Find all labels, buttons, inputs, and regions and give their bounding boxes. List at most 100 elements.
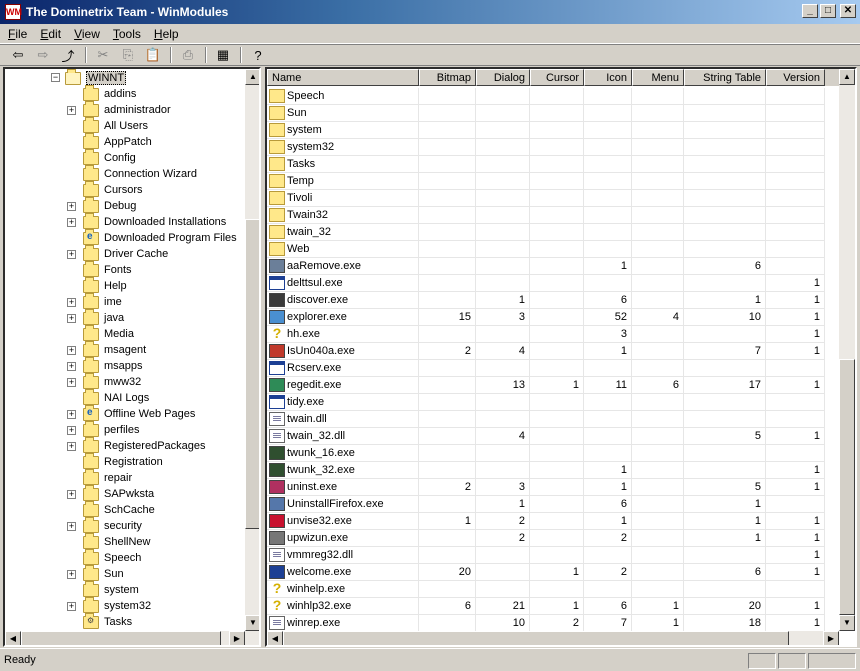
expand-icon[interactable]: + xyxy=(67,314,76,323)
scroll-thumb[interactable] xyxy=(245,219,259,529)
list-row[interactable]: twain_32 xyxy=(267,224,825,241)
tree-item[interactable]: Connection Wizard xyxy=(83,164,197,182)
cut-icon[interactable]: ✂ xyxy=(93,46,113,64)
expand-icon[interactable]: + xyxy=(67,298,76,307)
list-row[interactable]: system32 xyxy=(267,139,825,156)
list-row[interactable]: IsUn040a.exe 2 4 1 7 1 xyxy=(267,343,825,360)
list-row[interactable]: Tivoli xyxy=(267,190,825,207)
tree-item[interactable]: Tasks xyxy=(83,612,132,630)
menu-file[interactable]: File xyxy=(3,27,32,41)
folder-tree[interactable]: − WINNT addins + administrador All Users AppPa… xyxy=(3,67,261,647)
expand-icon[interactable]: + xyxy=(67,522,76,531)
maximize-button[interactable]: □ xyxy=(820,4,836,18)
list-row[interactable]: ? hh.exe 3 1 xyxy=(267,326,825,343)
list-row[interactable]: Rcserv.exe xyxy=(267,360,825,377)
tree-item[interactable]: Registration xyxy=(83,452,163,470)
expand-icon[interactable]: + xyxy=(67,202,76,211)
list-row[interactable]: upwizun.exe 2 2 1 1 xyxy=(267,530,825,547)
expand-icon[interactable]: + xyxy=(67,346,76,355)
expand-icon[interactable]: + xyxy=(67,490,76,499)
column-header-icon[interactable]: Icon xyxy=(584,69,632,86)
expand-icon[interactable]: + xyxy=(67,362,76,371)
up-folder-icon[interactable]: ⤴ xyxy=(58,46,78,64)
tree-item[interactable]: Offline Web Pages xyxy=(83,404,195,422)
expand-icon[interactable]: + xyxy=(67,218,76,227)
scroll-up-button[interactable]: ▲ xyxy=(839,69,855,85)
scroll-up-button[interactable]: ▲ xyxy=(245,69,259,85)
list-row[interactable]: explorer.exe 15 3 52 4 10 1 xyxy=(267,309,825,326)
expand-icon[interactable]: + xyxy=(67,106,76,115)
expand-icon[interactable]: + xyxy=(67,442,76,451)
column-header-menu[interactable]: Menu xyxy=(632,69,684,86)
help-icon[interactable]: ? xyxy=(248,46,268,64)
list-row[interactable]: unvise32.exe 1 2 1 1 1 xyxy=(267,513,825,530)
list-row[interactable]: Web xyxy=(267,241,825,258)
forward-icon[interactable]: ⇨ xyxy=(33,46,53,64)
menu-tools[interactable]: Tools xyxy=(108,27,146,41)
scroll-thumb[interactable] xyxy=(283,631,789,645)
list-row[interactable]: ? winhelp.exe xyxy=(267,581,825,598)
list-row[interactable]: twunk_32.exe 1 1 xyxy=(267,462,825,479)
scroll-down-button[interactable]: ▼ xyxy=(245,615,259,631)
list-row[interactable]: regedit.exe 13 1 11 6 17 1 xyxy=(267,377,825,394)
list-row[interactable]: uninst.exe 2 3 1 5 1 xyxy=(267,479,825,496)
list-row[interactable]: vmmreg32.dll 1 xyxy=(267,547,825,564)
collapse-icon[interactable]: − xyxy=(51,73,60,82)
column-header-bitmap[interactable]: Bitmap xyxy=(419,69,476,86)
minimize-button[interactable]: _ xyxy=(802,4,818,18)
expand-icon[interactable]: + xyxy=(67,426,76,435)
menu-edit[interactable]: Edit xyxy=(35,27,66,41)
list-row[interactable]: Tasks xyxy=(267,156,825,173)
app-icon[interactable]: WM xyxy=(5,4,22,20)
tree-item[interactable]: Downloaded Program Files xyxy=(83,228,237,246)
column-header-dialog[interactable]: Dialog xyxy=(476,69,530,86)
list-row[interactable]: twain.dll xyxy=(267,411,825,428)
expand-icon[interactable]: + xyxy=(67,602,76,611)
copy-icon[interactable]: ⎘ xyxy=(118,46,138,64)
scroll-down-button[interactable]: ▼ xyxy=(839,615,855,631)
list-row[interactable]: discover.exe 1 6 1 1 xyxy=(267,292,825,309)
expand-icon[interactable]: + xyxy=(67,250,76,259)
tree-item[interactable]: Downloaded Installations xyxy=(83,212,226,230)
column-header-version[interactable]: Version xyxy=(766,69,825,86)
scroll-right-button[interactable]: ▶ xyxy=(823,631,839,645)
tree-horizontal-scrollbar[interactable]: ◀ ▶ xyxy=(5,631,259,645)
menu-view[interactable]: View xyxy=(69,27,105,41)
expand-icon[interactable]: + xyxy=(67,378,76,387)
tree-item[interactable]: RegisteredPackages xyxy=(83,436,206,454)
column-header-name[interactable]: Name xyxy=(267,69,419,86)
scroll-thumb[interactable] xyxy=(21,631,221,645)
list-row[interactable]: twunk_16.exe xyxy=(267,445,825,462)
back-icon[interactable]: ⇦ xyxy=(8,46,28,64)
tree-item[interactable]: administrador xyxy=(83,100,171,118)
list-horizontal-scrollbar[interactable]: ◀ ▶ xyxy=(267,631,839,645)
list-row[interactable]: Speech xyxy=(267,88,825,105)
list-row[interactable]: Sun xyxy=(267,105,825,122)
list-vertical-scrollbar[interactable]: ▲ ▼ xyxy=(839,69,855,631)
list-row[interactable]: ? winhlp32.exe 6 21 1 6 1 20 1 xyxy=(267,598,825,615)
expand-icon[interactable]: + xyxy=(67,570,76,579)
scroll-left-button[interactable]: ◀ xyxy=(267,631,283,645)
column-header-cursor[interactable]: Cursor xyxy=(530,69,584,86)
tree-item-winnt[interactable]: WINNT xyxy=(65,69,127,86)
scroll-left-button[interactable]: ◀ xyxy=(5,631,21,645)
expand-icon[interactable]: + xyxy=(67,410,76,419)
close-button[interactable]: ✕ xyxy=(840,4,856,18)
list-row[interactable]: twain_32.dll 4 5 1 xyxy=(267,428,825,445)
list-row[interactable]: aaRemove.exe 1 6 xyxy=(267,258,825,275)
list-row[interactable]: UninstallFirefox.exe 1 6 1 xyxy=(267,496,825,513)
column-header-string-table[interactable]: String Table xyxy=(684,69,766,86)
tree-item[interactable]: Driver Cache xyxy=(83,244,168,262)
details-view-icon[interactable]: ▦ xyxy=(213,46,233,64)
list-row[interactable]: Temp xyxy=(267,173,825,190)
list-row[interactable]: winrep.exe 10 2 7 1 18 1 xyxy=(267,615,825,631)
scroll-thumb[interactable] xyxy=(839,359,855,615)
scroll-right-button[interactable]: ▶ xyxy=(229,631,245,645)
title-bar[interactable]: WM The Dominetrix Team - WinModules _ □ … xyxy=(0,0,860,24)
tree-vertical-scrollbar[interactable]: ▲ ▼ xyxy=(245,69,259,631)
print-icon[interactable]: ⎙ xyxy=(178,46,198,64)
paste-icon[interactable]: 📋 xyxy=(143,46,163,64)
module-list[interactable]: Name Bitmap Dialog Cursor Icon Menu String Tab… xyxy=(265,67,857,647)
menu-help[interactable]: Help xyxy=(149,27,184,41)
list-row[interactable]: system xyxy=(267,122,825,139)
